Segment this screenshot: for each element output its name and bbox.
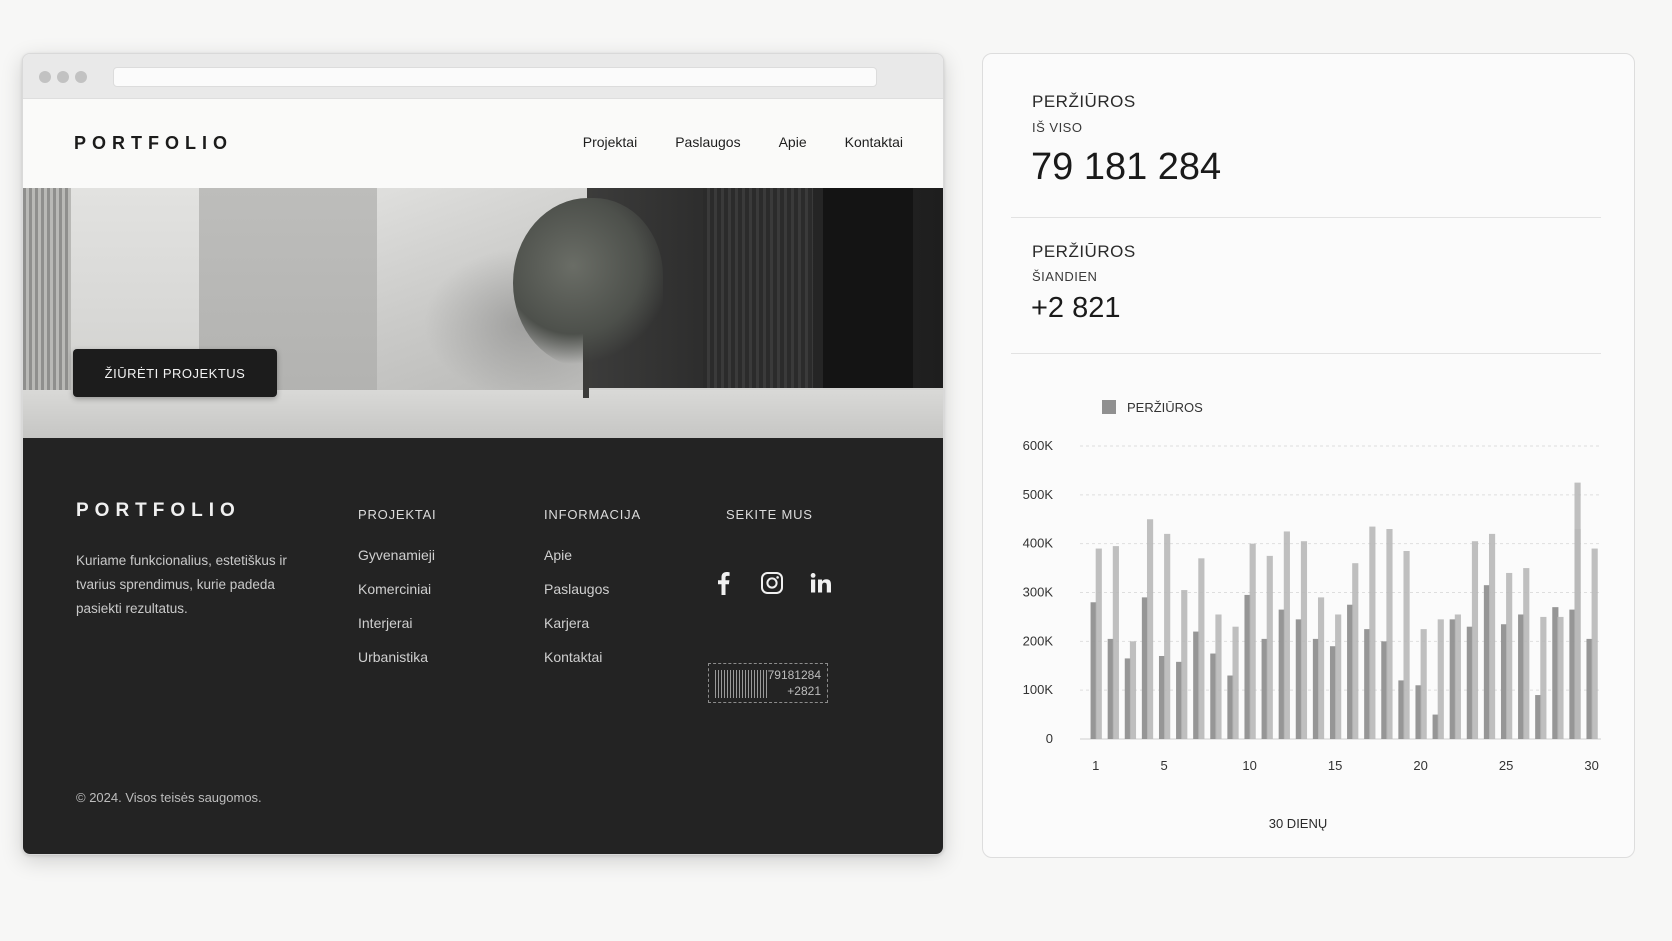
footer-link-karjera[interactable]: Karjera: [544, 614, 641, 633]
chart-bar: [1146, 519, 1154, 739]
footer-column-projektai: PROJEKTAI Gyvenamieji Komerciniai Interj…: [358, 507, 436, 682]
footer-link-apie[interactable]: Apie: [544, 546, 641, 565]
nav-item-paslaugos[interactable]: Paslaugos: [675, 134, 740, 150]
chart-bar: [1283, 531, 1290, 739]
address-bar[interactable]: [113, 67, 877, 87]
y-tick-label: 100K: [1023, 682, 1054, 697]
y-tick-label: 300K: [1023, 585, 1054, 600]
views-bar-chart: 0100K200K300K400K500K600K1 5 10 15 20 25 3030 …: [1023, 400, 1601, 831]
y-tick-label: 600K: [1023, 438, 1054, 453]
chart-bar: [1215, 614, 1222, 739]
site-logo[interactable]: PORTFOLIO: [74, 133, 233, 154]
x-tick-label: 10: [1242, 758, 1256, 773]
x-tick-label: 5: [1160, 758, 1167, 773]
chart-bar: [1523, 568, 1530, 739]
chart-bar: [1129, 641, 1137, 739]
hero-image: ŽIŪRĖTI PROJEKTUS: [23, 188, 943, 438]
hero-tree: [513, 198, 663, 368]
chart-bar: [1249, 543, 1256, 739]
x-tick-label: 15: [1328, 758, 1342, 773]
chart-bar: [1591, 548, 1598, 739]
browser-window: PORTFOLIO Projektai Paslaugos Apie Konta…: [22, 53, 944, 855]
window-minimize-dot[interactable]: [57, 71, 69, 83]
chart-bar: [1181, 590, 1188, 739]
footer-column-title: PROJEKTAI: [358, 507, 437, 522]
chart-bar: [1454, 614, 1461, 739]
window-maximize-dot[interactable]: [75, 71, 87, 83]
chart-bar: [1574, 482, 1581, 739]
footer-link-paslaugos[interactable]: Paslaugos: [544, 580, 641, 599]
window-close-dot[interactable]: [39, 71, 51, 83]
x-tick-label: 25: [1499, 758, 1513, 773]
footer-column-sekite-mus: SEKITE MUS: [726, 507, 813, 546]
footer-link-kontaktai[interactable]: Kontaktai: [544, 648, 641, 667]
footer-link-gyvenamieji[interactable]: Gyvenamieji: [358, 546, 436, 565]
site-header: PORTFOLIO Projektai Paslaugos Apie Konta…: [23, 99, 943, 188]
main-nav: Projektai Paslaugos Apie Kontaktai: [583, 134, 903, 150]
chart-bar: [1420, 629, 1427, 739]
x-tick-label: 1: [1092, 758, 1099, 773]
chart-bar: [1317, 597, 1325, 739]
chart-bar: [1506, 572, 1513, 739]
chart-bar: [1540, 616, 1547, 739]
stats-card: PERŽIŪROS IŠ VISO 79 181 284 PERŽIŪROS Š…: [982, 53, 1635, 858]
chart-bar: [1164, 533, 1171, 739]
chart-bar: [1488, 533, 1496, 739]
view-projects-button[interactable]: ŽIŪRĖTI PROJEKTUS: [73, 349, 277, 397]
legend-label: PERŽIŪROS: [1127, 400, 1203, 415]
footer-column-title: INFORMACIJA: [544, 507, 641, 522]
y-tick-label: 0: [1046, 731, 1053, 746]
x-tick-label: 30: [1584, 758, 1598, 773]
footer-link-urbanistika[interactable]: Urbanistika: [358, 648, 436, 667]
hero-glass: [823, 188, 913, 388]
x-tick-label: 20: [1413, 758, 1427, 773]
y-tick-label: 200K: [1023, 633, 1054, 648]
footer-description: Kuriame funkcionalius, estetiškus ir tva…: [76, 553, 287, 616]
hero-facade-slats: [703, 188, 813, 388]
legend-swatch: [1102, 400, 1116, 414]
copyright-text: © 2024. Visos teisės saugomos.: [76, 790, 262, 805]
browser-toolbar: [23, 54, 943, 99]
footer-column-informacija: INFORMACIJA Apie Paslaugos Karjera Konta…: [544, 507, 641, 682]
chart-bar: [1266, 555, 1273, 739]
chart-bar: [1300, 541, 1308, 739]
site-footer: PORTFOLIO Kuriame funkcionalius, estetiš…: [23, 438, 943, 854]
chart-bar: [1335, 614, 1342, 739]
chart-bar: [1471, 541, 1479, 739]
footer-link-komerciniai[interactable]: Komerciniai: [358, 580, 436, 599]
nav-item-apie[interactable]: Apie: [779, 134, 807, 150]
counter-today: +2821: [787, 684, 821, 698]
y-tick-label: 400K: [1023, 536, 1054, 551]
linkedin-icon[interactable]: [808, 570, 834, 596]
chart-bar: [1386, 529, 1393, 739]
chart-bar: [1232, 626, 1239, 739]
footer-link-interjerai[interactable]: Interjerai: [358, 614, 436, 633]
nav-item-projektai[interactable]: Projektai: [583, 134, 637, 150]
chart-bar: [1198, 558, 1205, 739]
footer-logo[interactable]: PORTFOLIO: [76, 500, 241, 522]
chart-bar: [1369, 526, 1376, 739]
barcode-icon: [715, 670, 767, 698]
chart-bar: [1557, 616, 1564, 739]
view-counter-badge: 79181284 +2821: [708, 663, 828, 703]
chart-bar: [1095, 548, 1102, 739]
chart-bar: [1403, 550, 1410, 739]
facebook-icon[interactable]: [710, 570, 736, 596]
nav-item-kontaktai[interactable]: Kontaktai: [845, 134, 903, 150]
footer-column-title: SEKITE MUS: [726, 507, 813, 522]
instagram-icon[interactable]: [759, 570, 785, 596]
social-links: [710, 570, 834, 596]
chart-bar: [1112, 546, 1119, 739]
y-tick-label: 500K: [1023, 487, 1054, 502]
hero-ground: [23, 390, 943, 438]
counter-total: 79181284: [767, 668, 821, 682]
chart-bar: [1437, 619, 1444, 739]
x-axis-label: 30 DIENŲ: [1269, 816, 1328, 831]
chart-bar: [1352, 563, 1359, 739]
